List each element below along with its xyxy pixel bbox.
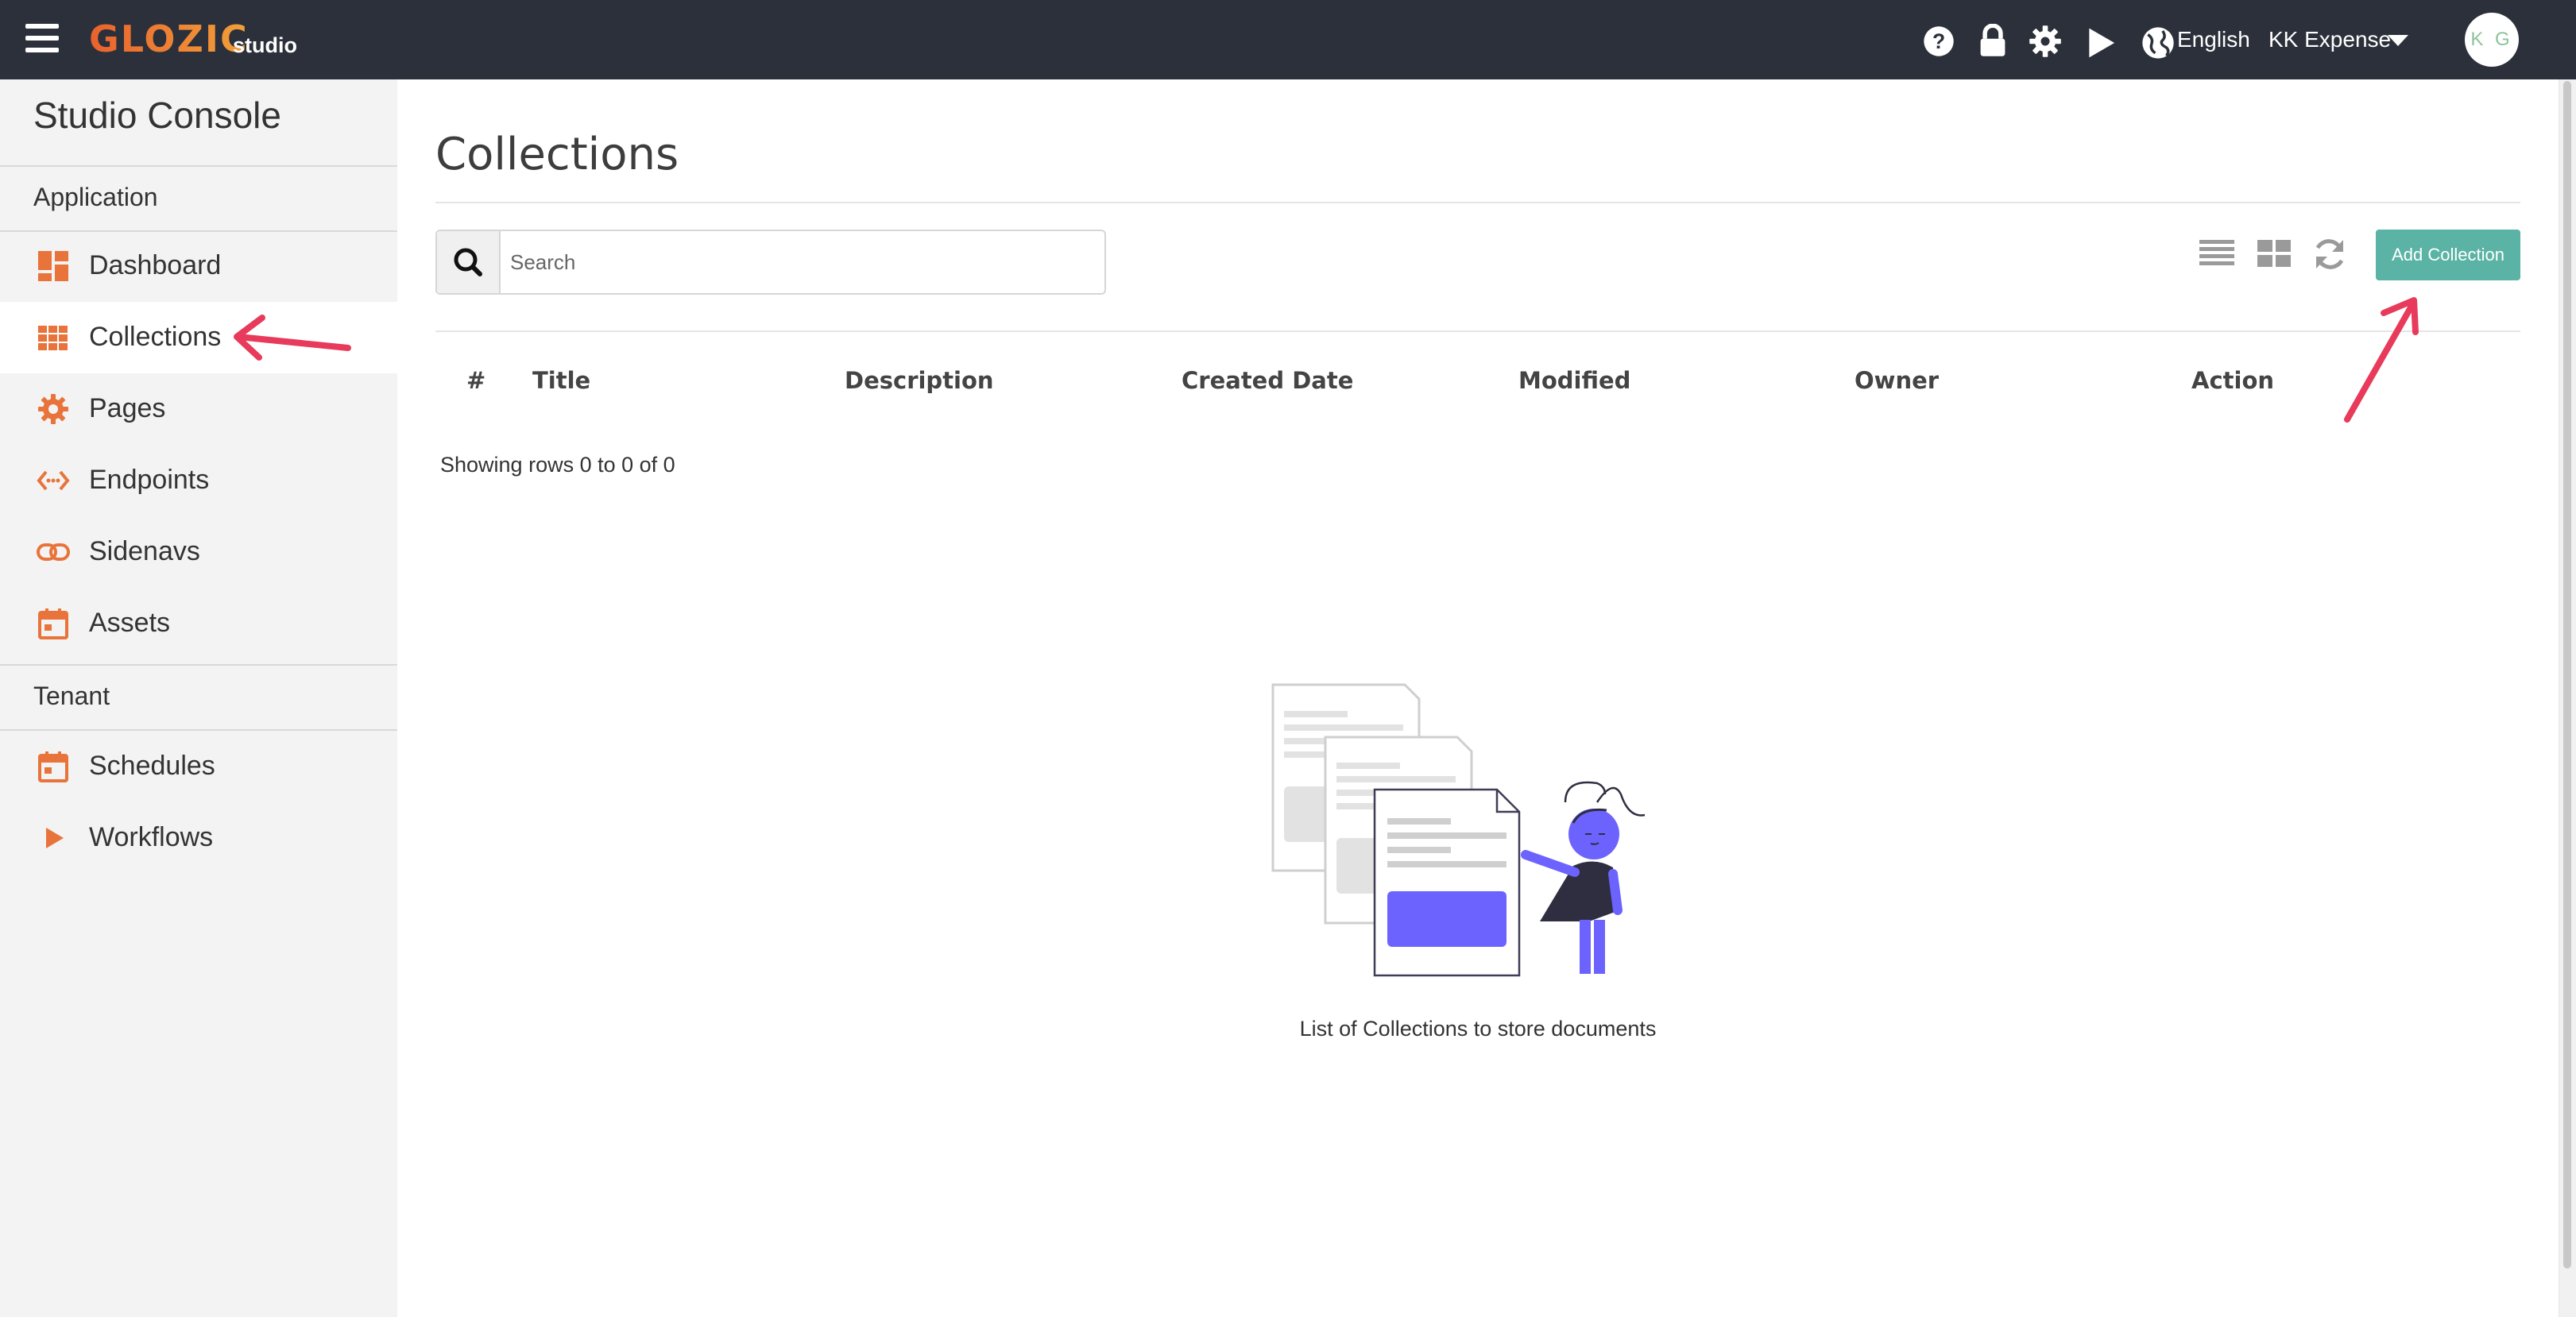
column-header-modified[interactable]: Modified	[1518, 367, 1630, 394]
play-icon	[46, 828, 64, 848]
gear-icon[interactable]	[2028, 24, 2063, 59]
gear-icon	[38, 394, 68, 424]
search-input[interactable]	[509, 242, 1092, 282]
column-header-index[interactable]: #	[466, 367, 485, 394]
empty-state-caption: List of Collections to store documents	[1299, 1017, 1657, 1041]
scrollbar-thumb[interactable]	[2563, 81, 2571, 1269]
column-header-owner[interactable]: Owner	[1855, 367, 1939, 394]
sidebar-item-label: Schedules	[89, 751, 215, 781]
sidebar-title: Studio Console	[33, 95, 281, 136]
avatar[interactable]: K G	[2465, 13, 2519, 67]
sidebar-item-label: Pages	[89, 393, 166, 423]
divider	[435, 202, 2520, 203]
refresh-icon[interactable]	[2311, 235, 2349, 273]
grid-icon	[38, 326, 68, 350]
annotation-arrow-add-collection	[2344, 297, 2419, 423]
hamburger-menu-icon[interactable]	[25, 24, 59, 52]
tenant-selector[interactable]: KK Expense	[2269, 27, 2391, 52]
search-button[interactable]	[437, 231, 501, 293]
help-icon[interactable]: ?	[1921, 24, 1956, 59]
grid-view-icon[interactable]	[2255, 235, 2293, 273]
empty-collections-illustration	[1271, 683, 1646, 977]
lock-icon[interactable]	[1975, 24, 2010, 59]
column-header-action[interactable]: Action	[2191, 367, 2274, 394]
logo[interactable]: GLOZIC	[89, 17, 249, 60]
sidebar-item-label: Collections	[89, 322, 222, 352]
column-header-description[interactable]: Description	[845, 367, 994, 394]
section-label: Tenant	[33, 682, 110, 710]
section-header-tenant: Tenant	[0, 664, 397, 731]
link-icon	[37, 543, 70, 561]
code-icon	[37, 470, 70, 491]
sidebar-item-label: Endpoints	[89, 465, 210, 495]
search-box	[435, 230, 1106, 295]
chevron-down-icon[interactable]	[2388, 35, 2408, 46]
page-title: Collections	[435, 129, 679, 180]
logo-subtitle: studio	[233, 33, 297, 57]
play-icon[interactable]	[2083, 25, 2118, 60]
sidebar-item-dashboard[interactable]: Dashboard	[0, 230, 397, 302]
sidebar-item-label: Sidenavs	[89, 536, 200, 566]
section-header-application: Application	[0, 165, 397, 232]
rows-info: Showing rows 0 to 0 of 0	[440, 453, 675, 477]
svg-text:?: ?	[1932, 29, 1945, 53]
sidebar-item-workflows[interactable]: Workflows	[0, 802, 397, 874]
calendar-icon	[38, 751, 68, 782]
sidebar-item-endpoints[interactable]: Endpoints	[0, 445, 397, 516]
column-header-title[interactable]: Title	[532, 367, 590, 394]
language-selector[interactable]: English	[2177, 27, 2250, 52]
sidebar-item-sidenavs[interactable]: Sidenavs	[0, 516, 397, 588]
column-header-created-date[interactable]: Created Date	[1182, 367, 1353, 394]
sidebar-item-label: Workflows	[89, 822, 214, 852]
top-bar: GLOZIC studio ? English KK Expense K G	[0, 0, 2576, 79]
calendar-icon	[38, 608, 68, 639]
sidebar-item-assets[interactable]: Assets	[0, 588, 397, 659]
add-collection-button[interactable]: Add Collection	[2376, 230, 2520, 280]
sidebar-item-label: Dashboard	[89, 250, 222, 280]
divider	[435, 330, 2520, 332]
search-icon	[454, 248, 482, 276]
list-view-icon[interactable]	[2198, 235, 2236, 273]
globe-icon[interactable]	[2141, 25, 2176, 60]
sidebar-item-collections[interactable]: Collections	[0, 302, 397, 373]
sidebar-item-pages[interactable]: Pages	[0, 373, 397, 445]
sidebar: Studio Console Application Dashboard Col…	[0, 79, 397, 1317]
sidebar-item-label: Assets	[89, 608, 171, 638]
section-label: Application	[33, 183, 158, 211]
dashboard-icon	[38, 251, 68, 281]
sidebar-item-schedules[interactable]: Schedules	[0, 731, 397, 802]
